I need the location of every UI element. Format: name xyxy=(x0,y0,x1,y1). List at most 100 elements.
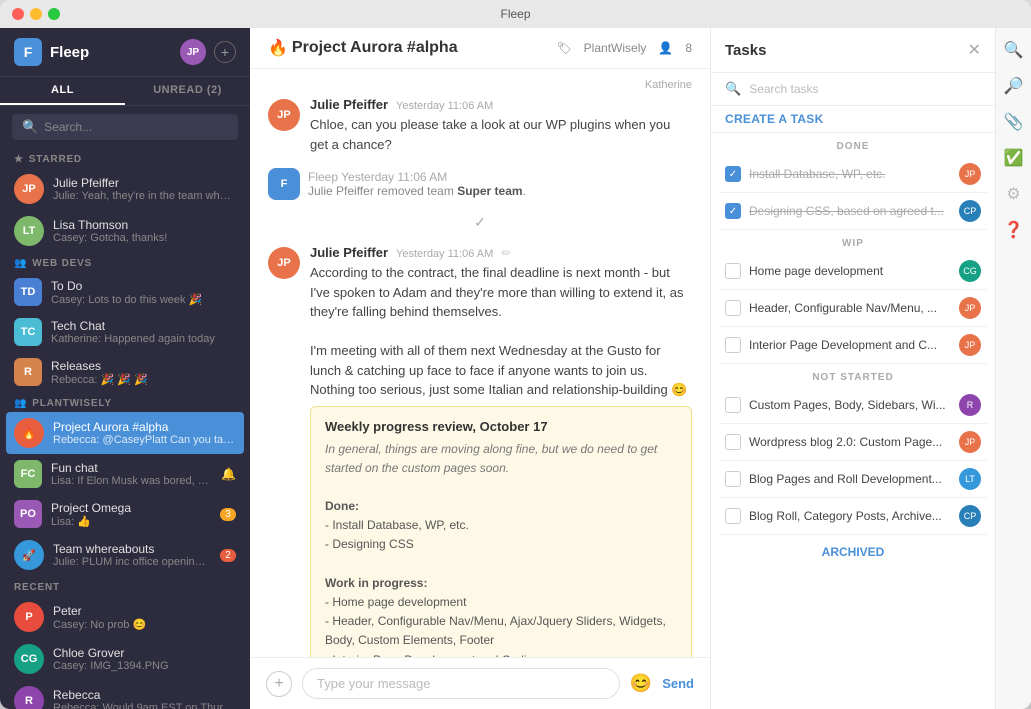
members-icon: 👤 xyxy=(658,41,673,55)
search-input[interactable] xyxy=(44,120,228,134)
section-done: DONE xyxy=(719,133,987,156)
archived-button[interactable]: ARCHIVED xyxy=(719,535,987,569)
gear-icon[interactable]: ⚙ xyxy=(1006,184,1020,204)
task-assignee: LT xyxy=(959,468,981,490)
section-recent: RECENT xyxy=(0,576,250,596)
main-chat: 🔥 Project Aurora #alpha 🏷 PlantWisely 👤 … xyxy=(250,28,710,709)
avatar: LT xyxy=(14,216,44,246)
task-checkbox[interactable]: ✓ xyxy=(725,203,741,219)
tasks-close-button[interactable]: ✕ xyxy=(968,40,981,60)
task-item: Blog Roll, Category Posts, Archive... CP xyxy=(719,498,987,535)
sidebar-item-tech-chat[interactable]: TC Tech Chat Katherine: Happened again t… xyxy=(0,312,250,352)
sidebar-item-releases[interactable]: R Releases Rebecca: 🎉 🎉 🎉 xyxy=(0,352,250,392)
tasks-panel: Tasks ✕ 🔍 CREATE A TASK DONE ✓ Install D… xyxy=(710,28,995,709)
sidebar-item-julie-pfeiffer[interactable]: JP Julie Pfeiffer Julie: Yeah, they're i… xyxy=(0,168,250,210)
pinned-body: In general, things are moving along fine… xyxy=(325,440,677,658)
mute-icon: 🔔 xyxy=(221,467,236,481)
task-checkbox[interactable] xyxy=(725,337,741,353)
message-input[interactable] xyxy=(302,668,620,699)
sidebar-item-lisa-thomson[interactable]: LT Lisa Thomson Casey: Gotcha, thanks! xyxy=(0,210,250,252)
task-assignee: CP xyxy=(959,505,981,527)
send-button[interactable]: Send xyxy=(662,676,694,691)
sidebar-item-fun-chat[interactable]: FC Fun chat Lisa: If Elon Musk was bored… xyxy=(0,454,250,494)
viewer-katherine: Katherine xyxy=(268,79,692,91)
avatar: JP xyxy=(268,247,300,279)
task-text: Wordpress blog 2.0: Custom Page... xyxy=(749,435,951,449)
brand-name: Fleep xyxy=(50,44,89,61)
task-assignee: JP xyxy=(959,334,981,356)
task-checkbox[interactable]: ✓ xyxy=(725,166,741,182)
task-text: Blog Pages and Roll Development... xyxy=(749,472,951,486)
avatar: TD xyxy=(14,278,42,306)
task-checkbox[interactable] xyxy=(725,397,741,413)
check-circle-icon[interactable]: ✅ xyxy=(1004,148,1024,168)
right-rail: 🔍 🔎 📎 ✅ ⚙ ❓ xyxy=(995,28,1031,709)
task-item: Wordpress blog 2.0: Custom Page... JP xyxy=(719,424,987,461)
channel-name: Project Aurora #alpha xyxy=(292,39,458,57)
task-checkbox[interactable] xyxy=(725,263,741,279)
search-icon[interactable]: 🔍 xyxy=(1004,40,1024,60)
chat-messages: Katherine JP Julie Pfeiffer Yesterday 11… xyxy=(250,69,710,657)
task-item: ✓ Designing CSS, based on agreed t... CP xyxy=(719,193,987,230)
message-sender: Julie Pfeiffer xyxy=(310,97,388,112)
sidebar-item-todo[interactable]: TD To Do Casey: Lots to do this week 🎉 xyxy=(0,272,250,312)
avatar: R xyxy=(14,686,44,709)
sidebar-item-chloe-grover[interactable]: CG Chloe Grover Casey: IMG_1394.PNG xyxy=(0,638,250,680)
section-starred: ★ STARRED xyxy=(0,148,250,168)
tab-unread[interactable]: UNREAD (2) xyxy=(125,77,250,105)
task-text: Designing CSS, based on agreed t... xyxy=(749,204,951,218)
edit-icon[interactable]: ✏ xyxy=(501,246,511,260)
task-assignee: JP xyxy=(959,431,981,453)
message-text: According to the contract, the final dea… xyxy=(310,263,692,400)
add-conversation-button[interactable]: + xyxy=(214,41,236,63)
tasks-search[interactable]: 🔍 xyxy=(711,73,995,106)
avatar: 🔥 xyxy=(14,418,44,448)
minimize-button[interactable] xyxy=(30,8,42,20)
workspace-icon: 🏷 xyxy=(556,41,571,55)
sidebar-item-project-aurora[interactable]: 🔥 Project Aurora #alpha Rebecca: @CaseyP… xyxy=(6,412,244,454)
search-icon: 🔍 xyxy=(725,81,741,97)
sidebar-item-project-omega[interactable]: PO Project Omega Lisa: 👍 3 xyxy=(0,494,250,534)
sidebar-item-team-whereabouts[interactable]: 🚀 Team whereabouts Julie: PLUM inc offic… xyxy=(0,534,250,576)
unread-badge: 2 xyxy=(220,549,236,562)
close-button[interactable] xyxy=(12,8,24,20)
sidebar-item-peter[interactable]: P Peter Casey: No prob 😊 xyxy=(0,596,250,638)
channel-info: 🔥 Project Aurora #alpha xyxy=(268,38,458,58)
task-item: Interior Page Development and C... JP xyxy=(719,327,987,364)
avatar: R xyxy=(14,358,42,386)
help-icon[interactable]: ❓ xyxy=(1004,220,1024,240)
task-item: Home page development CG xyxy=(719,253,987,290)
sidebar-search-area: 🔍 xyxy=(0,106,250,148)
attach-button[interactable]: + xyxy=(266,671,292,697)
sidebar-item-rebecca[interactable]: R Rebecca Rebecca: Would 9am EST on Thur… xyxy=(0,680,250,709)
task-text: Header, Configurable Nav/Menu, ... xyxy=(749,301,951,315)
tab-all[interactable]: ALL xyxy=(0,77,125,105)
avatar: 🚀 xyxy=(14,540,44,570)
search-box[interactable]: 🔍 xyxy=(12,114,238,140)
create-task-button[interactable]: CREATE A TASK xyxy=(711,106,995,133)
chat-header-right: 🏷 PlantWisely 👤 8 xyxy=(556,41,692,55)
maximize-button[interactable] xyxy=(48,8,60,20)
search-icon: 🔍 xyxy=(22,119,38,135)
workspace-name: PlantWisely xyxy=(584,41,647,55)
task-text: Install Database, WP, etc. xyxy=(749,167,951,181)
emoji-button[interactable]: 😊 xyxy=(630,673,652,694)
avatar: TC xyxy=(14,318,42,346)
search2-icon[interactable]: 🔎 xyxy=(1004,76,1024,96)
message-text: Chloe, can you please take a look at our… xyxy=(310,115,692,154)
sidebar-list: ★ STARRED JP Julie Pfeiffer Julie: Yeah,… xyxy=(0,148,250,709)
tasks-search-input[interactable] xyxy=(749,82,981,96)
task-checkbox[interactable] xyxy=(725,434,741,450)
task-checkbox[interactable] xyxy=(725,471,741,487)
avatar: FC xyxy=(14,460,42,488)
task-assignee: JP xyxy=(959,163,981,185)
chat-input-area: + 😊 Send xyxy=(250,657,710,709)
message-body: Julie Pfeiffer Yesterday 11:06 AM Chloe,… xyxy=(310,97,692,154)
unread-badge: 3 xyxy=(220,508,236,521)
user-avatar[interactable]: JP xyxy=(180,39,206,65)
pin-icon[interactable]: 📎 xyxy=(1004,112,1024,132)
message-group: JP Julie Pfeiffer Yesterday 11:06 AM Chl… xyxy=(268,97,692,154)
task-checkbox[interactable] xyxy=(725,508,741,524)
task-text: Custom Pages, Body, Sidebars, Wi... xyxy=(749,398,951,412)
task-checkbox[interactable] xyxy=(725,300,741,316)
